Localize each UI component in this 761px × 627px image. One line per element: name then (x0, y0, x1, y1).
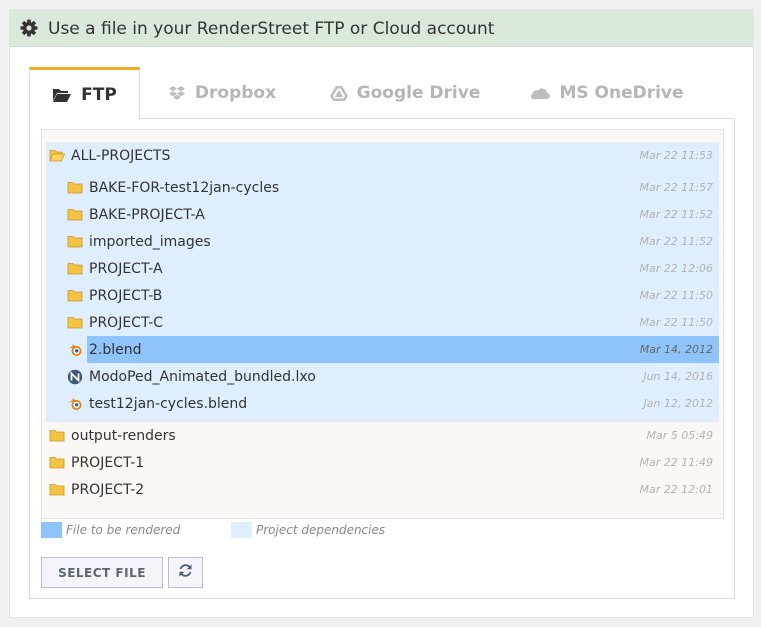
refresh-button[interactable] (168, 557, 203, 588)
file-name: 2.blend (89, 341, 142, 358)
onedrive-icon (530, 86, 551, 100)
file-name: imported_images (89, 233, 211, 250)
legend: File to be rendered Project dependencies (41, 522, 541, 538)
file-name: PROJECT-C (89, 314, 164, 331)
file-date: Jan 12, 2012 (643, 397, 713, 410)
tree-folder-project-2[interactable]: PROJECT-2 Mar 22 12:01 (46, 476, 719, 503)
tab-ms-onedrive[interactable]: MS OneDrive (527, 67, 687, 119)
tab-label: Dropbox (194, 83, 277, 103)
tree-file-modoped-animated-bundled-lxo[interactable]: ModoPed_Animated_bundled.lxo Jun 14, 201… (66, 363, 719, 390)
tab-google-drive[interactable]: Google Drive (320, 67, 490, 119)
folder-open-icon (52, 87, 72, 103)
legend-render-label: File to be rendered (66, 523, 181, 537)
tree-folder-all-projects[interactable]: ALL-PROJECTS Mar 22 11:53 (46, 142, 719, 169)
file-date: Mar 22 11:57 (639, 181, 713, 194)
tree-file-test12jan-cycles-blend[interactable]: test12jan-cycles.blend Jan 12, 2012 (66, 390, 719, 417)
tree-folder-bake-project-a[interactable]: BAKE-PROJECT-A Mar 22 11:52 (66, 201, 719, 228)
file-date: Jun 14, 2016 (643, 370, 713, 383)
folder-icon (66, 287, 84, 305)
tree-folder-project-a[interactable]: PROJECT-A Mar 22 12:06 (66, 255, 719, 282)
dropbox-icon (168, 85, 186, 101)
folder-icon (66, 314, 84, 332)
file-date: Mar 14, 2012 (639, 343, 713, 356)
tab-label: FTP (81, 85, 117, 105)
modo-icon (66, 368, 84, 386)
blender-icon (66, 395, 84, 413)
refresh-icon (178, 563, 193, 582)
ftp-tab-content: ALL-PROJECTS Mar 22 11:53 BAKE-FOR-test1… (29, 118, 735, 599)
panel-title: Use a file in your RenderStreet FTP or C… (48, 19, 495, 39)
file-date: Mar 22 11:52 (639, 208, 713, 221)
file-date: Mar 22 11:49 (639, 456, 713, 469)
folder-icon (48, 481, 66, 499)
gear-icon (20, 19, 38, 37)
file-name: BAKE-PROJECT-A (89, 206, 205, 223)
file-name: BAKE-FOR-test12jan-cycles (89, 179, 280, 196)
tab-label: MS OneDrive (559, 83, 684, 103)
folder-icon (66, 179, 84, 197)
folder-icon (66, 233, 84, 251)
file-name: output-renders (71, 427, 176, 444)
panel-header: Use a file in your RenderStreet FTP or C… (10, 10, 753, 47)
folder-icon (66, 206, 84, 224)
folder-open-icon (48, 147, 66, 165)
legend-deps-label: Project dependencies (256, 523, 386, 537)
file-name: PROJECT-B (89, 287, 163, 304)
folder-icon (48, 427, 66, 445)
tree-folder-project-1[interactable]: PROJECT-1 Mar 22 11:49 (46, 449, 719, 476)
file-date: Mar 22 11:52 (639, 235, 713, 248)
file-name: PROJECT-2 (71, 481, 145, 498)
file-picker-panel: Use a file in your RenderStreet FTP or C… (9, 9, 754, 618)
file-date: Mar 5 05:49 (646, 429, 713, 442)
legend-deps-swatch (231, 522, 252, 538)
blender-icon (66, 341, 84, 359)
select-file-button[interactable]: SELECT FILE (41, 557, 163, 588)
file-date: Mar 22 11:50 (639, 289, 713, 302)
file-tree[interactable]: ALL-PROJECTS Mar 22 11:53 BAKE-FOR-test1… (41, 129, 724, 519)
tree-folder-bake-for-test12jan-cycles[interactable]: BAKE-FOR-test12jan-cycles Mar 22 11:57 (66, 174, 719, 201)
file-name: PROJECT-1 (71, 454, 145, 471)
tab-dropbox[interactable]: Dropbox (157, 67, 287, 119)
file-date: Mar 22 11:50 (639, 316, 713, 329)
tree-folder-project-c[interactable]: PROJECT-C Mar 22 11:50 (66, 309, 719, 336)
tab-ftp[interactable]: FTP (29, 67, 140, 120)
tab-label: Google Drive (356, 83, 481, 103)
file-date: Mar 22 12:01 (639, 483, 713, 496)
tree-folder-output-renders[interactable]: output-renders Mar 5 05:49 (46, 422, 719, 449)
google-drive-icon (329, 85, 348, 101)
folder-icon (66, 260, 84, 278)
source-tabs: FTP Dropbox Google Drive MS OneDrive (29, 67, 735, 120)
legend-render-swatch (41, 522, 62, 538)
file-name: ModoPed_Animated_bundled.lxo (89, 368, 316, 385)
file-date: Mar 22 12:06 (639, 262, 713, 275)
tree-folder-project-b[interactable]: PROJECT-B Mar 22 11:50 (66, 282, 719, 309)
file-name: ALL-PROJECTS (71, 147, 171, 164)
file-name: PROJECT-A (89, 260, 163, 277)
file-name: test12jan-cycles.blend (89, 395, 248, 412)
tree-file-2-blend[interactable]: 2.blend Mar 14, 2012 (66, 336, 719, 363)
file-date: Mar 22 11:53 (639, 149, 713, 162)
folder-icon (48, 454, 66, 472)
tree-folder-imported-images[interactable]: imported_images Mar 22 11:52 (66, 228, 719, 255)
